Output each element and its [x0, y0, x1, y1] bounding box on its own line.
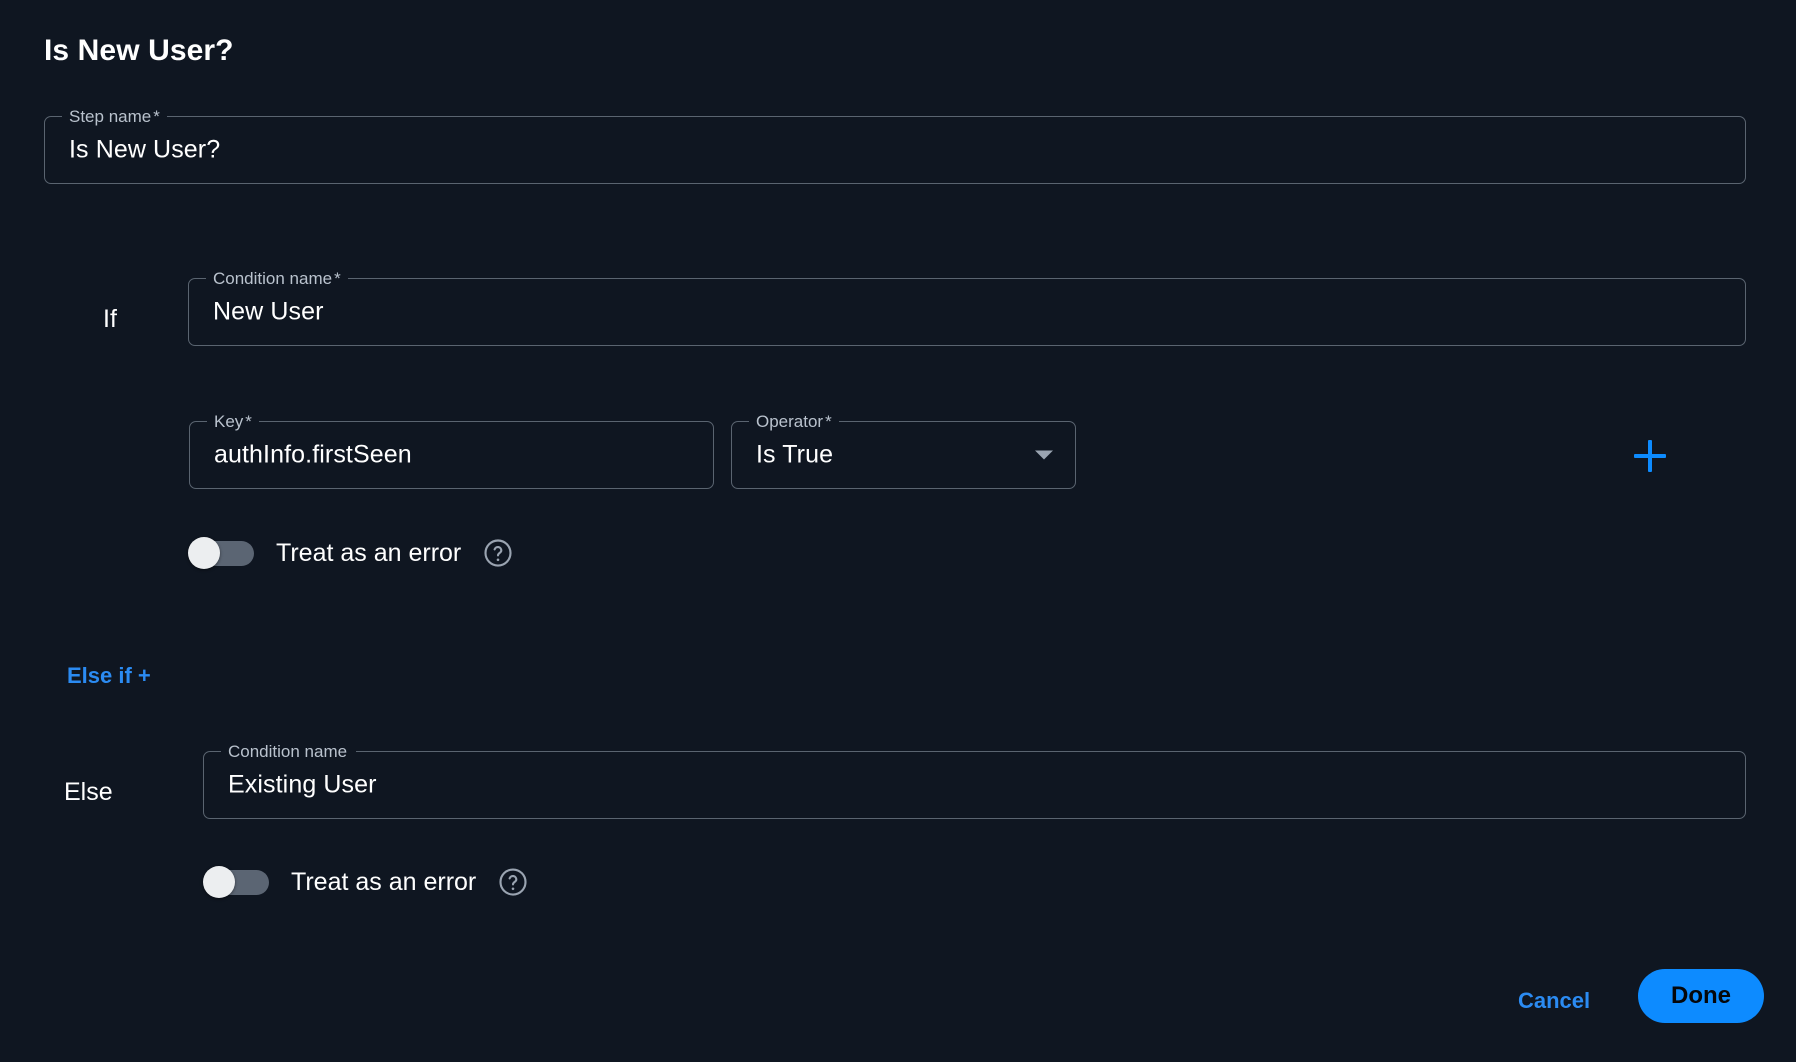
if-condition-name-value[interactable]: New User	[213, 298, 324, 327]
if-treat-as-error-toggle[interactable]	[188, 537, 254, 569]
step-name-field[interactable]: Step name * Is New User?	[44, 106, 1746, 184]
step-name-label: Step name *	[62, 106, 167, 128]
else-keyword: Else	[64, 778, 113, 806]
if-keyword: If	[103, 305, 117, 333]
operator-value[interactable]: Is True	[756, 441, 833, 470]
required-asterisk: *	[825, 412, 832, 431]
if-condition-name-label: Condition name *	[206, 268, 348, 290]
else-condition-name-label: Condition name	[221, 741, 357, 763]
chevron-down-icon[interactable]	[1035, 450, 1053, 460]
key-value[interactable]: authInfo.firstSeen	[214, 441, 412, 470]
cancel-button[interactable]: Cancel	[1518, 988, 1590, 1014]
required-asterisk: *	[245, 412, 252, 431]
if-treat-as-error-row: Treat as an error	[188, 533, 513, 573]
else-if-add-link[interactable]: Else if +	[67, 663, 151, 689]
else-condition-name-value[interactable]: Existing User	[228, 771, 377, 800]
else-treat-as-error-toggle[interactable]	[203, 866, 269, 898]
else-treat-as-error-label: Treat as an error	[291, 867, 477, 896]
add-condition-button[interactable]	[1628, 434, 1672, 478]
help-circle-icon[interactable]	[498, 867, 528, 897]
done-button[interactable]: Done	[1638, 969, 1764, 1023]
if-condition-name-field[interactable]: Condition name * New User	[188, 268, 1746, 346]
help-circle-icon[interactable]	[483, 538, 513, 568]
toggle-knob	[203, 866, 235, 898]
toggle-knob	[188, 537, 220, 569]
else-condition-name-field[interactable]: Condition name Existing User	[203, 741, 1746, 819]
page-title: Is New User?	[44, 34, 234, 67]
step-name-value[interactable]: Is New User?	[69, 136, 220, 165]
operator-label: Operator *	[749, 411, 839, 433]
key-field[interactable]: Key * authInfo.firstSeen	[189, 411, 714, 489]
condition-step-dialog: Is New User? Step name * Is New User? If …	[0, 0, 1796, 1062]
key-label: Key *	[207, 411, 259, 433]
else-treat-as-error-row: Treat as an error	[203, 862, 528, 902]
operator-select[interactable]: Operator * Is True	[731, 411, 1076, 489]
required-asterisk: *	[153, 107, 160, 126]
required-asterisk: *	[334, 269, 341, 288]
if-treat-as-error-label: Treat as an error	[276, 538, 462, 567]
required-asterisk	[347, 742, 349, 761]
